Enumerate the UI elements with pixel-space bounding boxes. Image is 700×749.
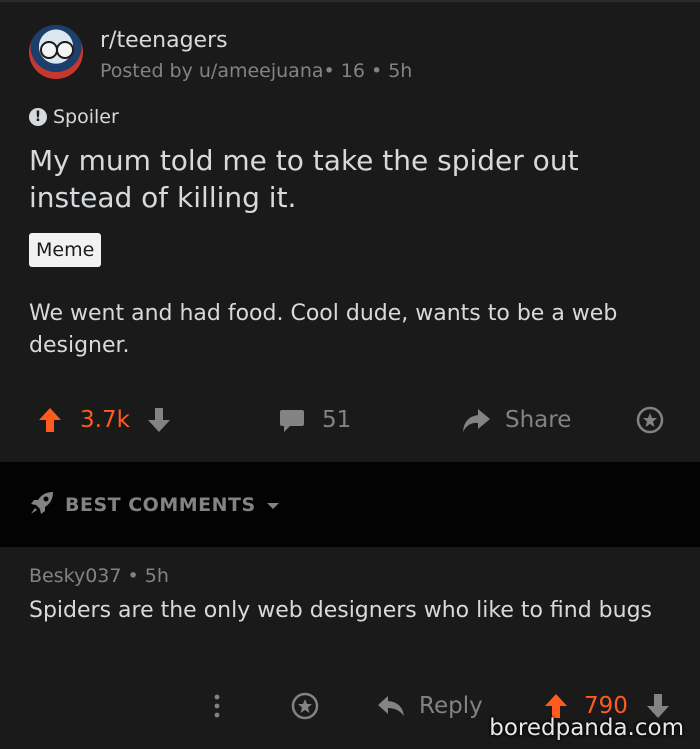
more-options-icon[interactable] xyxy=(212,688,222,724)
spoiler-tag: ! Spoiler xyxy=(29,106,119,128)
comment-award-icon[interactable] xyxy=(291,688,319,724)
post-vote-count: 3.7k xyxy=(80,407,130,433)
share-button[interactable]: Share xyxy=(505,400,571,440)
post-title[interactable]: My mum told me to take the spider out in… xyxy=(29,142,679,216)
watermark: boredpanda.com xyxy=(489,715,684,741)
downvote-icon[interactable] xyxy=(146,400,172,440)
comment-count[interactable]: 51 xyxy=(322,400,351,440)
post-meta: Posted by u/ameejuana• 16 • 5h xyxy=(100,60,413,82)
comment-meta[interactable]: Besky037 • 5h xyxy=(29,565,169,587)
reply-button[interactable]: Reply xyxy=(419,688,483,724)
post-body: We went and had food. Cool dude, wants t… xyxy=(29,301,618,358)
post-flair[interactable]: Meme xyxy=(29,233,102,267)
subreddit-name[interactable]: r/teenagers xyxy=(100,28,228,53)
post-actions: 3.7k 51 Share xyxy=(0,400,700,440)
reply-icon[interactable] xyxy=(376,688,406,724)
chevron-down-icon xyxy=(266,496,280,515)
upvote-icon[interactable] xyxy=(37,400,63,440)
share-icon[interactable] xyxy=(460,400,492,440)
spoiler-label: Spoiler xyxy=(53,106,119,128)
award-icon[interactable] xyxy=(636,400,664,440)
comment-body: Spiders are the only web designers who l… xyxy=(29,598,653,623)
subreddit-avatar[interactable] xyxy=(29,25,83,79)
rocket-icon xyxy=(29,490,55,520)
comment-sort-dropdown[interactable]: BEST COMMENTS xyxy=(29,490,280,520)
sort-label: BEST COMMENTS xyxy=(65,494,256,516)
comment-icon[interactable] xyxy=(278,400,306,440)
alert-icon: ! xyxy=(29,108,47,126)
